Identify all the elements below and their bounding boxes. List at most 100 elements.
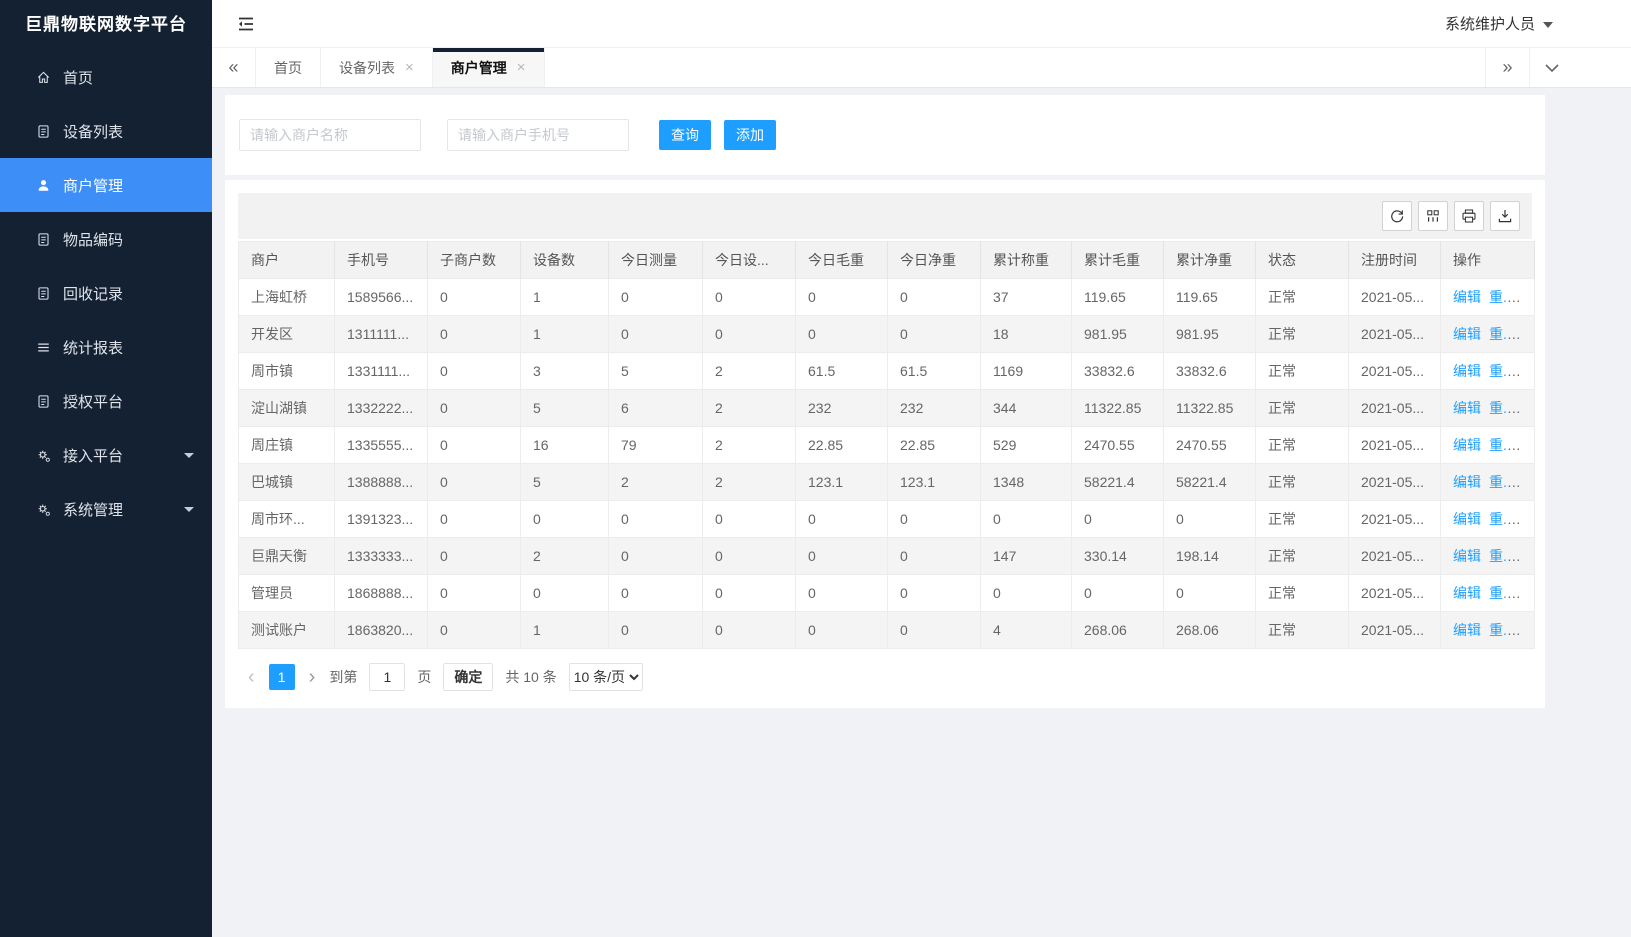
table-cell: 0	[1164, 501, 1256, 538]
edit-link[interactable]: 编辑	[1453, 548, 1481, 564]
table-cell: 11322.85	[1072, 390, 1164, 427]
table-cell: 淀山湖镇	[239, 390, 335, 427]
sidebar-item-home[interactable]: 首页	[0, 50, 212, 104]
table-cell: 2021-05...	[1349, 279, 1441, 316]
reset-link[interactable]: 重...	[1489, 400, 1515, 416]
table-cell: 0	[796, 501, 888, 538]
table-cell: 0	[1072, 575, 1164, 612]
reset-link[interactable]: 重...	[1489, 622, 1515, 638]
sidebar-item-stats-report[interactable]: 统计报表	[0, 320, 212, 374]
user-name: 系统维护人员	[1445, 13, 1535, 34]
tab-home[interactable]: 首页	[256, 48, 321, 87]
table-cell: 123.1	[888, 464, 981, 501]
search-panel: 查询 添加	[225, 95, 1545, 175]
sidebar-item-label: 首页	[63, 67, 93, 88]
table-row: 开发区1311111...01000018981.95981.95正常2021-…	[239, 316, 1535, 353]
close-icon[interactable]: ×	[405, 59, 414, 76]
tab-label: 设备列表	[339, 58, 395, 78]
tabs-dropdown-button[interactable]	[1529, 48, 1573, 87]
query-button[interactable]: 查询	[659, 120, 711, 150]
reset-link[interactable]: 重...	[1489, 585, 1515, 601]
table-cell: 1388888...	[335, 464, 428, 501]
home-icon	[36, 70, 52, 85]
table-cell: 0	[796, 538, 888, 575]
tab-device-list[interactable]: 设备列表 ×	[321, 48, 433, 87]
row-actions: 编辑重...	[1441, 464, 1535, 501]
reset-link[interactable]: 重...	[1489, 474, 1515, 490]
sidebar-item-label: 商户管理	[63, 175, 123, 196]
sidebar-item-label: 系统管理	[63, 499, 123, 520]
edit-link[interactable]: 编辑	[1453, 585, 1481, 601]
table-cell: 1863820...	[335, 612, 428, 649]
edit-link[interactable]: 编辑	[1453, 363, 1481, 379]
column-header: 子商户数	[428, 242, 521, 279]
sidebar-item-item-code[interactable]: 物品编码	[0, 212, 212, 266]
edit-link[interactable]: 编辑	[1453, 289, 1481, 305]
reset-link[interactable]: 重...	[1489, 289, 1515, 305]
table-cell: 61.5	[796, 353, 888, 390]
close-icon[interactable]: ×	[517, 59, 526, 76]
refresh-icon[interactable]	[1382, 201, 1412, 231]
topbar: 系统维护人员	[212, 0, 1631, 48]
table-cell: 0	[609, 501, 703, 538]
table-cell: 981.95	[1164, 316, 1256, 353]
export-icon[interactable]	[1490, 201, 1520, 231]
columns-icon[interactable]	[1418, 201, 1448, 231]
tab-label: 商户管理	[451, 58, 507, 78]
table-cell: 2021-05...	[1349, 316, 1441, 353]
sidebar-item-merchant-mgmt[interactable]: 商户管理	[0, 158, 212, 212]
list-icon	[36, 340, 52, 355]
sidebar-item-system-mgmt[interactable]: 系统管理	[0, 482, 212, 536]
add-button[interactable]: 添加	[724, 120, 776, 150]
edit-link[interactable]: 编辑	[1453, 474, 1481, 490]
next-page-button[interactable]: ›	[301, 667, 324, 687]
edit-link[interactable]: 编辑	[1453, 326, 1481, 342]
tab-merchant-mgmt[interactable]: 商户管理 ×	[433, 48, 545, 87]
merchant-table: 商户手机号子商户数设备数今日测量今日设...今日毛重今日净重累计称重累计毛重累计…	[238, 241, 1535, 649]
reset-link[interactable]: 重...	[1489, 363, 1515, 379]
tabs-scroll-left-button[interactable]: «	[212, 48, 256, 87]
sidebar-item-access-platform[interactable]: 接入平台	[0, 428, 212, 482]
table-cell: 1	[521, 612, 609, 649]
table-cell: 正常	[1256, 427, 1349, 464]
goto-page-input[interactable]	[369, 663, 405, 691]
table-cell: 0	[888, 538, 981, 575]
merchant-phone-input[interactable]	[447, 119, 629, 151]
reset-link[interactable]: 重...	[1489, 437, 1515, 453]
table-cell: 1311111...	[335, 316, 428, 353]
page-size-select[interactable]: 10 条/页	[569, 663, 643, 691]
reset-link[interactable]: 重...	[1489, 326, 1515, 342]
edit-link[interactable]: 编辑	[1453, 511, 1481, 527]
table-row: 上海虹桥1589566...01000037119.65119.65正常2021…	[239, 279, 1535, 316]
table-cell: 0	[703, 575, 796, 612]
caret-down-icon	[184, 507, 194, 512]
sidebar-collapse-icon[interactable]	[236, 14, 256, 34]
table-cell: 2021-05...	[1349, 353, 1441, 390]
page-number-1[interactable]: 1	[269, 664, 295, 690]
print-icon[interactable]	[1454, 201, 1484, 231]
sidebar-item-device-list[interactable]: 设备列表	[0, 104, 212, 158]
prev-page-button[interactable]: ‹	[240, 667, 263, 687]
page-label: 页	[417, 667, 431, 687]
edit-link[interactable]: 编辑	[1453, 622, 1481, 638]
table-cell: 正常	[1256, 501, 1349, 538]
confirm-page-button[interactable]: 确定	[443, 663, 493, 691]
table-cell: 5	[521, 390, 609, 427]
reset-link[interactable]: 重...	[1489, 548, 1515, 564]
user-menu[interactable]: 系统维护人员	[1445, 13, 1553, 34]
table-cell: 2	[703, 353, 796, 390]
table-cell: 198.14	[1164, 538, 1256, 575]
table-row: 淀山湖镇1332222...056223223234411322.8511322…	[239, 390, 1535, 427]
edit-link[interactable]: 编辑	[1453, 437, 1481, 453]
app-root: 巨鼎物联网数字平台 首页设备列表商户管理物品编码回收记录统计报表授权平台接入平台…	[0, 0, 1631, 937]
table-cell: 正常	[1256, 279, 1349, 316]
tabs-scroll-right-button[interactable]: »	[1485, 48, 1529, 87]
merchant-name-input[interactable]	[239, 119, 421, 151]
content-area: 查询 添加	[212, 88, 1631, 937]
edit-link[interactable]: 编辑	[1453, 400, 1481, 416]
table-row: 管理员1868888...000000000正常2021-05...编辑重...	[239, 575, 1535, 612]
sidebar-item-auth-platform[interactable]: 授权平台	[0, 374, 212, 428]
sidebar-item-recycle-records[interactable]: 回收记录	[0, 266, 212, 320]
reset-link[interactable]: 重...	[1489, 511, 1515, 527]
table-cell: 2021-05...	[1349, 538, 1441, 575]
